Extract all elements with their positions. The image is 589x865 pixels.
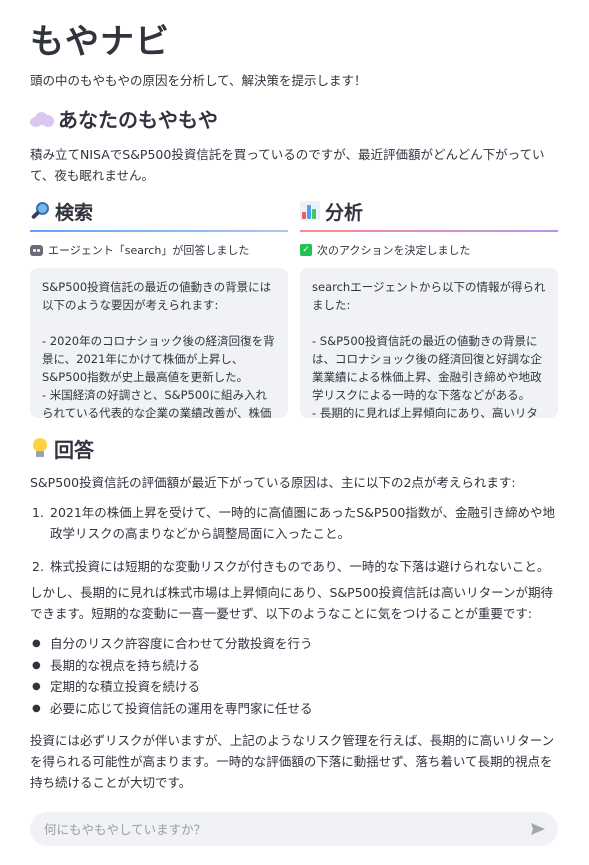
analysis-heading: 分析: [300, 196, 558, 226]
list-item: ● 定期的な積立投資を続ける: [30, 676, 558, 698]
intro-text: 頭の中のもやもやの原因を分析して、解決策を提示します！: [30, 73, 367, 88]
search-status-text: エージェント「search」が回答しました: [48, 244, 250, 257]
answer-summary: S&P500投資信託の評価額が最近下がっている原因は、主に以下の2点が考えられま…: [30, 475, 516, 490]
search-status: エージェント「search」が回答しました: [30, 242, 288, 258]
bullet-icon: ●: [32, 681, 41, 692]
analysis-status-text: 次のアクションを決定しました: [317, 244, 471, 257]
tip-text: 長期的な視点を持ち続ける: [50, 657, 201, 673]
search-divider: [30, 230, 288, 232]
cloud-icon: [30, 111, 54, 127]
chat-input-bar: [30, 812, 558, 846]
bullet-icon: ●: [32, 702, 41, 714]
search-box-line: - 米国経済の好調さと、S&P500に組み入れられている代表的な企業の業績改善が…: [42, 388, 272, 418]
search-result-box[interactable]: S&P500投資信託の最近の値動きの背景には以下のような要因が考えられます: -…: [30, 268, 288, 418]
check-icon: ✓: [300, 244, 312, 256]
answer-advice: しかし、長期的に見れば株式市場は上昇傾向にあり、S&P500投資信託は高いリター…: [30, 585, 553, 621]
app-page: もやナビ 頭の中のもやもやの原因を分析して、解決策を提示します！ あなたのもやも…: [0, 0, 589, 865]
analysis-heading-text: 分析: [325, 201, 364, 224]
tip-text: 自分のリスク許容度に合わせて分散投資を行う: [50, 636, 313, 651]
analysis-box-line: searchエージェントから以下の情報が得られました:: [312, 280, 546, 312]
chat-input[interactable]: [44, 821, 504, 837]
analysis-box-line: - S&P500投資信託の最近の値動きの背景には、コロナショック後の経済回復と好…: [312, 334, 542, 402]
answer-heading-text: 回答: [54, 438, 94, 462]
analysis-divider: [300, 230, 558, 232]
list-item: 1. 2021年の株価上昇を受けて、一時的に高値圏にあったS&P500指数が、金…: [30, 502, 558, 544]
send-icon[interactable]: [530, 821, 546, 837]
robot-icon: [30, 244, 43, 256]
bar-chart-icon: [300, 201, 320, 221]
analysis-status: ✓ 次のアクションを決定しました: [300, 242, 558, 258]
cause-list: 1. 2021年の株価上昇を受けて、一時的に高値圏にあったS&P500指数が、金…: [30, 502, 558, 589]
tips-list: ● 自分のリスク許容度に合わせて分散投資を行う ● 長期的な視点を持ち続ける ● 定期…: [30, 633, 558, 719]
app-title: もやナビ: [30, 22, 170, 62]
question-heading-text: あなたのもやもや: [58, 108, 218, 132]
question-text: 積み立てNISAでS&P500投資信託を買っているのですが、最近評価額がどんどん…: [30, 147, 545, 183]
analysis-box-line: - 長期的に見れば上昇傾向にあり、高いリターンが期待できる。: [312, 406, 538, 418]
tip-text: 定期的な積立投資を続ける: [50, 679, 201, 694]
list-item-text: 株式投資には短期的な変動リスクが付きものであり、一時的な下落は避けられないこと。: [50, 559, 550, 574]
bullet-icon: ●: [32, 638, 41, 649]
search-column: 検索 エージェント「search」が回答しました S&P500投資信託の最近の値…: [30, 196, 288, 418]
search-box-line: S&P500投資信託の最近の値動きの背景には以下のような要因が考えられます:: [42, 280, 272, 312]
analysis-column: 分析 ✓ 次のアクションを決定しました searchエージェントから以下の情報が…: [300, 196, 558, 418]
analysis-result-box[interactable]: searchエージェントから以下の情報が得られました: - S&P500投資信託…: [300, 268, 558, 418]
answer-heading: 回答: [30, 434, 94, 463]
magnifier-icon: [30, 201, 50, 221]
search-heading: 検索: [30, 196, 288, 226]
list-number: 1.: [32, 505, 44, 520]
tip-text: 必要に応じて投資信託の運用を専門家に任せる: [50, 700, 313, 716]
list-number: 2.: [32, 559, 44, 574]
answer-conclusion: 投資には必ずリスクが伴いますが、上記のようなリスク管理を行えば、長期的に高いリタ…: [30, 733, 555, 790]
list-item: ● 長期的な視点を持ち続ける: [30, 655, 558, 677]
list-item: ● 自分のリスク許容度に合わせて分散投資を行う: [30, 633, 558, 655]
lightbulb-icon: [30, 437, 50, 460]
search-heading-text: 検索: [55, 201, 94, 224]
bullet-icon: ●: [32, 659, 41, 671]
search-box-line: - 2020年のコロナショック後の経済回復を背景に、2021年にかけて株価が上昇…: [42, 334, 275, 384]
question-heading: あなたのもやもや: [30, 104, 218, 133]
list-item-text: 2021年の株価上昇を受けて、一時的に高値圏にあったS&P500指数が、金融引き…: [50, 505, 556, 541]
list-item: ● 必要に応じて投資信託の運用を専門家に任せる: [30, 698, 558, 720]
list-item: 2. 株式投資には短期的な変動リスクが付きものであり、一時的な下落は避けられない…: [30, 556, 558, 577]
